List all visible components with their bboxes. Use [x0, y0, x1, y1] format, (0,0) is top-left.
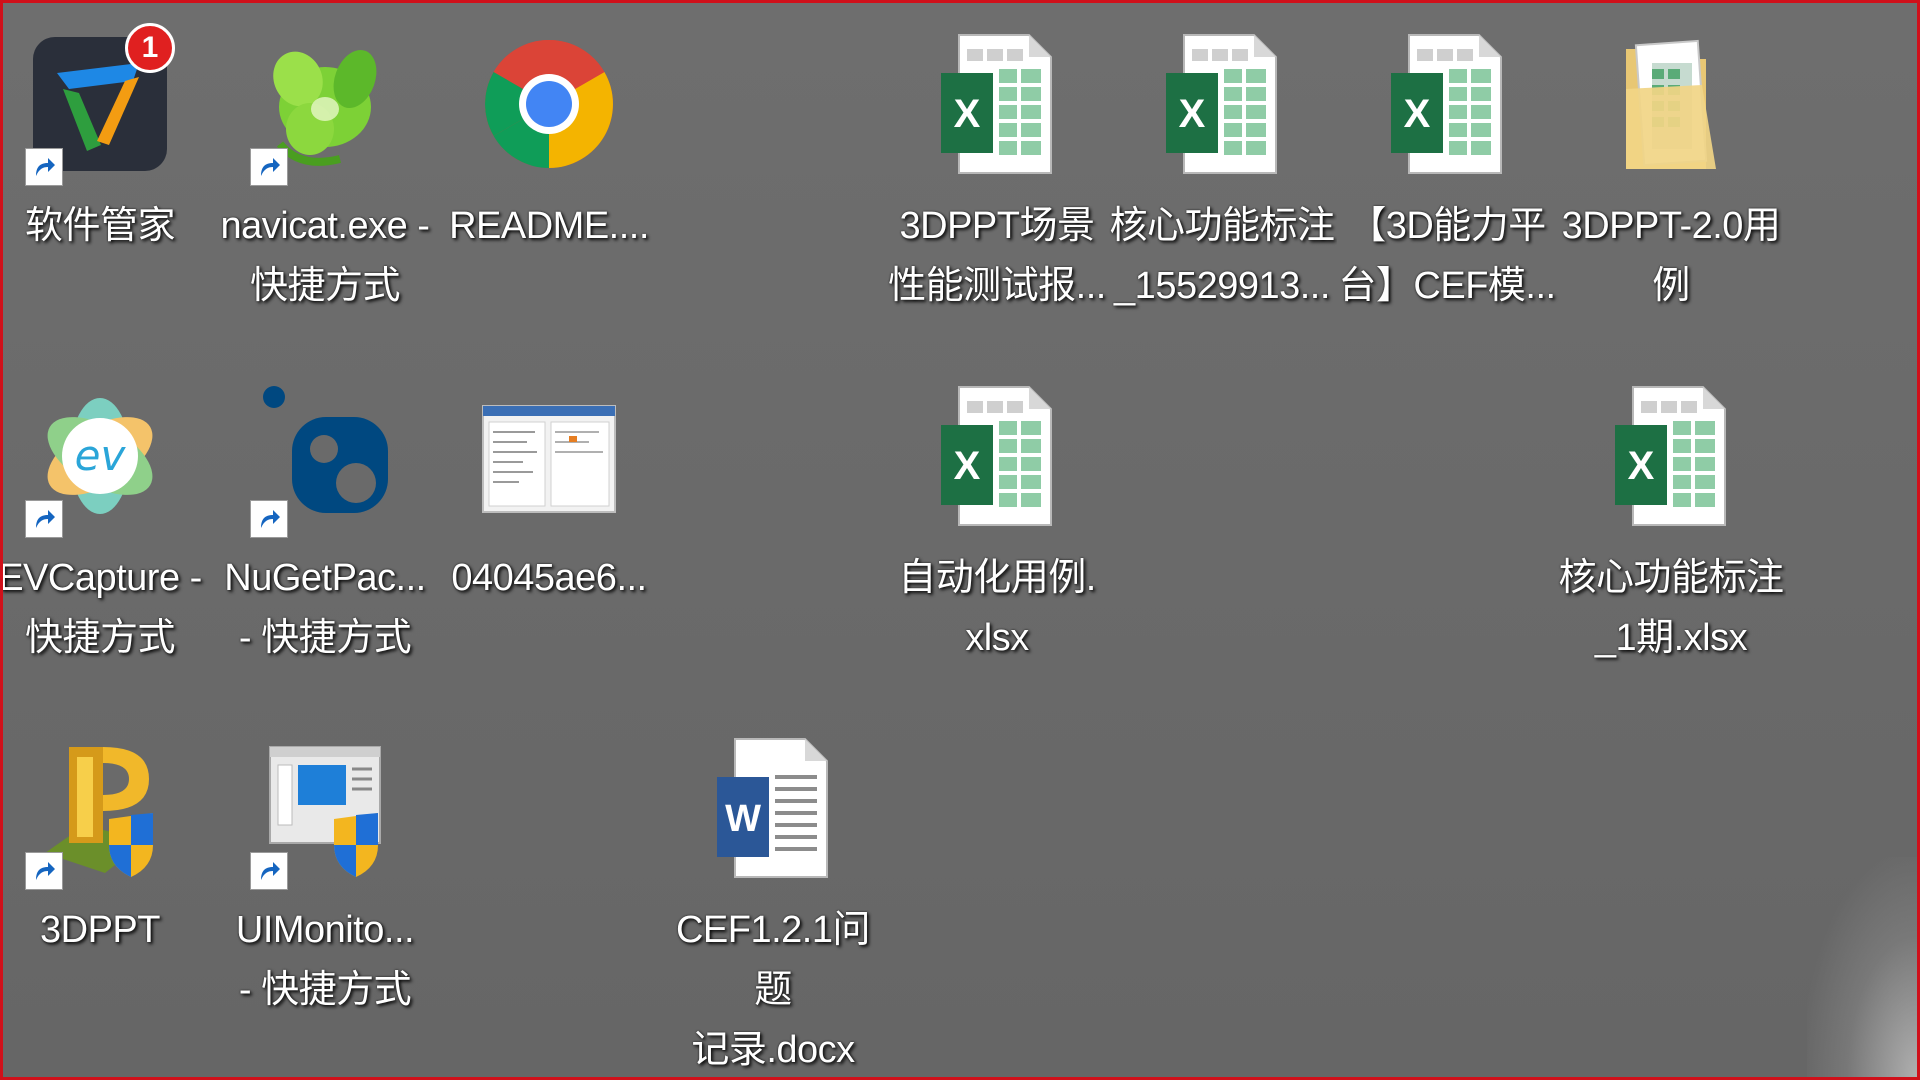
navicat-icon [250, 21, 400, 186]
desktop-icon-3dppt[interactable]: 3DPPT [3, 725, 215, 960]
icon-label: CEF1.2.1问题 记录.docx [675, 909, 871, 1071]
desktop-icon-3dppt-2-cases-folder[interactable]: 3DPPT-2.0用 例 [1556, 21, 1786, 316]
desktop-icon-evcapture[interactable]: ev EVCapture - 快捷方式 [0, 373, 215, 668]
software-manager-icon: 1 [25, 21, 175, 186]
icon-label: 核心功能标注 _1期.xlsx [1558, 557, 1784, 659]
icon-label: 【3D能力平 台】CEF模... [1338, 205, 1556, 307]
icon-label: 核心功能标注 _15529913... [1109, 205, 1335, 307]
icon-label: NuGetPac... - 快捷方式 [224, 557, 426, 659]
icon-label: EVCapture - 快捷方式 [0, 557, 202, 659]
desktop-icon-nugetpackage[interactable]: NuGetPac... - 快捷方式 [210, 373, 440, 668]
svg-text:X: X [954, 92, 981, 136]
nuget-icon [250, 373, 400, 538]
svg-text:W: W [725, 798, 761, 840]
evcapture-icon: ev [25, 373, 175, 538]
desktop-icon-cef-issues-docx[interactable]: W CEF1.2.1问题 记录.docx [658, 725, 888, 1077]
icon-label: UIMonito... - 快捷方式 [235, 909, 415, 1011]
svg-text:ev: ev [75, 431, 127, 480]
icon-label: 软件管家 [24, 205, 176, 247]
desktop-icon-automation-cases[interactable]: X 自动化用例. xlsx [882, 373, 1112, 668]
svg-text:X: X [954, 444, 981, 488]
uimonitor-icon [250, 725, 400, 890]
image-thumbnail-icon [474, 373, 624, 538]
shortcut-arrow-icon [250, 148, 288, 186]
excel-file-icon: X [922, 373, 1072, 538]
desktop-icon-core-feature-phase1[interactable]: X 核心功能标注 _1期.xlsx [1556, 373, 1786, 668]
shortcut-arrow-icon [25, 500, 63, 538]
icon-label: 3DPPT-2.0用 例 [1561, 205, 1781, 307]
desktop-icon-uimonitor[interactable]: UIMonito... - 快捷方式 [210, 725, 440, 1020]
svg-text:X: X [1628, 444, 1655, 488]
desktop: 1 软件管家 navicat.exe - 快捷方式 README.... X 3… [0, 0, 1920, 1080]
shortcut-arrow-icon [25, 148, 63, 186]
svg-text:X: X [1179, 92, 1206, 136]
desktop-icon-image-04045ae6[interactable]: 04045ae6... [434, 373, 664, 608]
desktop-icon-software-manager[interactable]: 1 软件管家 [3, 21, 215, 256]
desktop-icon-3d-platform-cef[interactable]: X 【3D能力平 台】CEF模... [1332, 21, 1562, 316]
notification-badge: 1 [125, 23, 175, 73]
icon-label: 04045ae6... [451, 557, 647, 599]
shortcut-arrow-icon [25, 852, 63, 890]
icon-label: 3DPPT场景 性能测试报... [888, 205, 1106, 307]
icon-label: 3DPPT [40, 909, 160, 951]
svg-text:X: X [1404, 92, 1431, 136]
word-file-icon: W [698, 725, 848, 890]
shortcut-arrow-icon [250, 500, 288, 538]
shortcut-arrow-icon [250, 852, 288, 890]
excel-file-icon: X [1372, 21, 1522, 186]
desktop-icon-readme[interactable]: README.... [434, 21, 664, 256]
desktop-icon-core-feature-annotation[interactable]: X 核心功能标注 _15529913... [1107, 21, 1337, 316]
3dppt-app-icon [25, 725, 175, 890]
desktop-icon-3dppt-report[interactable]: X 3DPPT场景 性能测试报... [882, 21, 1112, 316]
folder-icon [1596, 21, 1746, 186]
icon-label: navicat.exe - 快捷方式 [220, 205, 430, 307]
excel-file-icon: X [1147, 21, 1297, 186]
icon-label: 自动化用例. xlsx [898, 557, 1096, 659]
excel-file-icon: X [1596, 373, 1746, 538]
desktop-icon-navicat[interactable]: navicat.exe - 快捷方式 [210, 21, 440, 316]
chrome-icon [474, 21, 624, 186]
excel-file-icon: X [922, 21, 1072, 186]
icon-label: README.... [449, 205, 649, 247]
